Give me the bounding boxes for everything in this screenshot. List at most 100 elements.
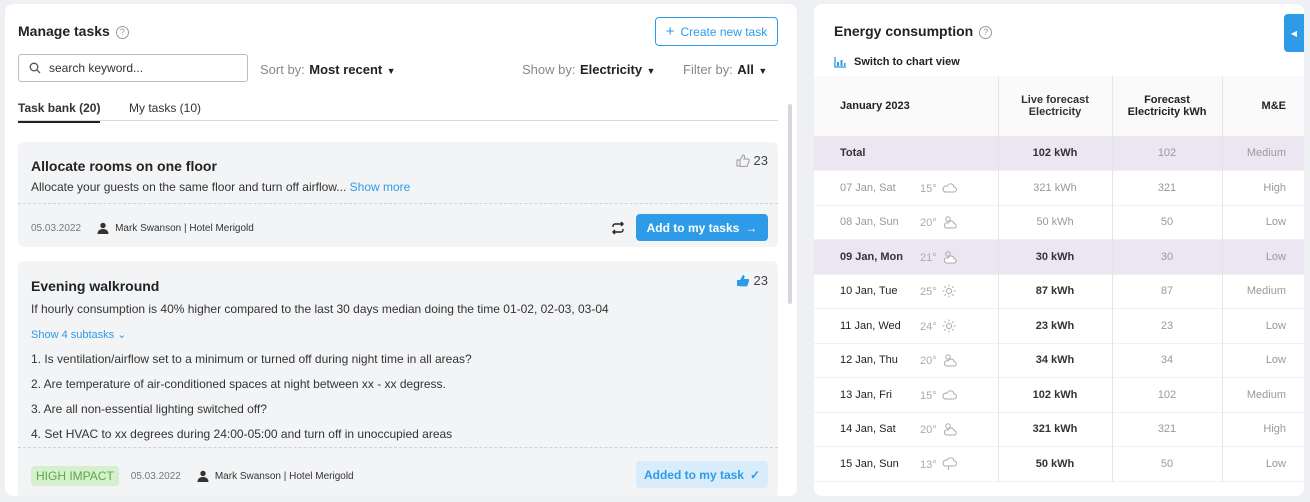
- create-task-button[interactable]: + Create new task: [655, 17, 778, 46]
- table-row[interactable]: 10 Jan, Tue 25° 87 kWh 87 Medium: [814, 274, 1304, 309]
- row-live: 321 kWh: [997, 412, 1113, 447]
- table-row[interactable]: 12 Jan, Thu 20° 34 kWh 34 Low: [814, 343, 1304, 378]
- like-button[interactable]: 23: [736, 153, 768, 168]
- table-row[interactable]: 08 Jan, Sun 20° 50 kWh 50 Low: [814, 205, 1304, 240]
- row-forecast: 50: [1112, 446, 1223, 481]
- row-weather: 20°: [914, 205, 998, 240]
- row-date: 10 Jan, Tue: [840, 285, 898, 298]
- row-date: 13 Jan, Fri: [840, 388, 892, 401]
- row-date: 07 Jan, Sat: [840, 181, 896, 194]
- partly-cloudy-icon: [943, 216, 957, 229]
- month-header[interactable]: January 2023: [814, 76, 998, 136]
- row-live: 87 kWh: [997, 274, 1113, 309]
- show-by-dropdown[interactable]: Show by: Electricity ▼: [522, 61, 655, 79]
- partly-cloudy-icon: [943, 354, 957, 367]
- table-row[interactable]: 07 Jan, Sat 15° 321 kWh 321 High: [814, 170, 1304, 205]
- help-icon[interactable]: ?: [115, 26, 129, 39]
- user-icon: [197, 470, 209, 482]
- row-me: Low: [1265, 457, 1286, 470]
- row-temp: 15°: [920, 182, 937, 195]
- scrollbar[interactable]: [788, 104, 792, 304]
- row-weather: 24°: [914, 309, 998, 344]
- task-author: Mark Swanson | Hotel Merigold: [214, 470, 354, 482]
- partly-cloudy-icon: [943, 423, 957, 436]
- table-row[interactable]: 14 Jan, Sat 20° 321 kWh 321 High: [814, 412, 1304, 447]
- row-temp: 25°: [920, 286, 937, 299]
- user-icon: [97, 222, 109, 234]
- dashed-divider: [18, 447, 778, 448]
- table-header-row: January 2023 Live forecast Electricity F…: [814, 76, 1304, 136]
- sun-icon: [942, 319, 956, 333]
- added-to-my-task-button[interactable]: Added to my task ✓: [636, 461, 768, 488]
- caret-down-icon: ▼: [646, 66, 656, 76]
- filter-dropdown[interactable]: Filter by: All ▼: [683, 61, 767, 79]
- row-date: Total: [840, 147, 866, 159]
- sort-dropdown[interactable]: Sort by: Most recent ▼: [260, 61, 396, 79]
- partly-cloudy-icon: [943, 251, 957, 264]
- energy-consumption-panel: Energy consumption? Switch to chart view…: [814, 4, 1304, 496]
- help-icon[interactable]: ?: [979, 26, 993, 39]
- task-meta: HIGH IMPACT 05.03.2022 Mark Swanson | Ho…: [31, 466, 354, 486]
- row-weather: 20°: [914, 412, 998, 447]
- row-forecast: 23: [1112, 308, 1223, 343]
- row-live: 34 kWh: [997, 343, 1113, 378]
- cloud-icon: [942, 183, 957, 193]
- row-me: Low: [1265, 250, 1286, 263]
- check-icon: ✓: [749, 467, 761, 482]
- task-date: 05.03.2022: [130, 470, 181, 482]
- show-subtasks-link[interactable]: Show 4 subtasks ⌄: [31, 328, 126, 341]
- like-button[interactable]: 23: [736, 273, 768, 288]
- row-weather: 20°: [914, 343, 998, 378]
- table-row[interactable]: 11 Jan, Wed 24° 23 kWh 23 Low: [814, 308, 1304, 344]
- dashed-divider: [18, 203, 778, 204]
- row-forecast: 102: [1112, 136, 1223, 171]
- task-card: Evening walkround 23 If hourly consumpti…: [18, 261, 778, 496]
- subtask-item: 1. Is ventilation/airflow set to a minim…: [31, 352, 472, 366]
- row-temp: 13°: [920, 458, 937, 471]
- arrow-right-icon: →: [745, 220, 758, 235]
- me-header[interactable]: M&E: [1222, 76, 1304, 136]
- cloud-icon: [942, 390, 957, 400]
- row-forecast: 34: [1112, 343, 1223, 378]
- live-forecast-header[interactable]: Live forecast Electricity: [997, 76, 1113, 136]
- chevron-down-icon: ⌄: [117, 329, 127, 341]
- row-date: 12 Jan, Thu: [840, 354, 898, 367]
- subtask-item: 3. Are all non-essential lighting switch…: [31, 402, 267, 416]
- row-date: 11 Jan, Wed: [840, 319, 901, 332]
- total-row: Total 102 kWh 102 Medium: [814, 136, 1304, 171]
- table-row[interactable]: 13 Jan, Fri 15° 102 kWh 102 Medium: [814, 377, 1304, 412]
- show-more-link[interactable]: Show more: [350, 180, 411, 194]
- row-live: 50 kWh: [997, 205, 1113, 240]
- add-to-my-tasks-button[interactable]: Add to my tasks →: [636, 214, 768, 241]
- row-me: High: [1263, 181, 1286, 194]
- row-me: Medium: [1246, 147, 1286, 159]
- row-me: Low: [1265, 216, 1286, 229]
- row-live: 30 kWh: [997, 239, 1113, 274]
- row-temp: 24°: [920, 320, 937, 333]
- task-card: Allocate rooms on one floor 23 Allocate …: [18, 142, 778, 247]
- row-forecast: 102: [1112, 377, 1223, 412]
- row-me: Medium: [1246, 388, 1286, 401]
- row-me: Low: [1265, 354, 1286, 367]
- switch-to-chart-view-link[interactable]: Switch to chart view: [834, 56, 960, 68]
- row-date: 08 Jan, Sun: [840, 216, 899, 229]
- tab-my-tasks[interactable]: My tasks (10): [129, 101, 201, 115]
- caret-down-icon: ▼: [758, 66, 768, 76]
- rain-cloud-icon: [942, 457, 957, 470]
- repeat-icon[interactable]: [611, 221, 625, 235]
- table-row[interactable]: 09 Jan, Mon 21° 30 kWh 30 Low: [814, 239, 1304, 274]
- row-forecast: 87: [1112, 274, 1223, 309]
- panel-title: Manage tasks?: [18, 23, 129, 39]
- collapse-panel-button[interactable]: ◀: [1284, 14, 1304, 52]
- forecast-header[interactable]: Forecast Electricity kWh: [1112, 76, 1223, 136]
- row-me: Low: [1265, 319, 1286, 332]
- row-date: 09 Jan, Mon: [840, 250, 903, 263]
- search-icon: [29, 62, 41, 74]
- caret-down-icon: ▼: [386, 66, 396, 76]
- task-title: Allocate rooms on one floor: [31, 158, 217, 174]
- row-live: 50 kWh: [997, 446, 1113, 481]
- search-input[interactable]: search keyword...: [18, 54, 248, 82]
- row-live: 23 kWh: [997, 308, 1113, 343]
- row-weather: 25°: [914, 274, 998, 309]
- table-row[interactable]: 15 Jan, Sun 13° 50 kWh 50 Low: [814, 446, 1304, 481]
